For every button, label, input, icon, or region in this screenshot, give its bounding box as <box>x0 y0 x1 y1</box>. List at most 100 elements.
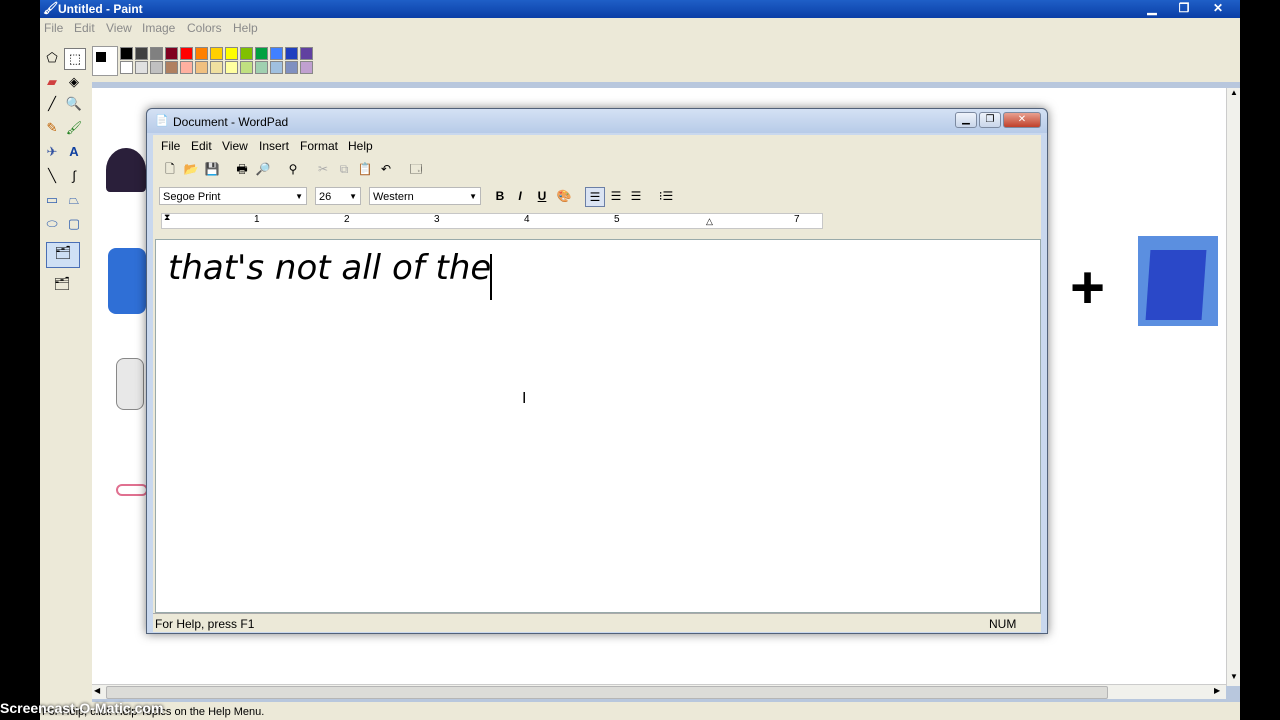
undo-icon[interactable]: ↶ <box>377 160 395 178</box>
palette-swatch[interactable] <box>195 61 208 74</box>
save-icon[interactable]: 💾 <box>203 160 221 178</box>
print-icon[interactable]: 🖶 <box>233 160 251 178</box>
bullets-icon[interactable]: ⁝☰ <box>657 187 675 205</box>
airbrush-icon[interactable]: ✈ <box>42 142 62 162</box>
menu-colors[interactable]: Colors <box>187 21 222 35</box>
eraser-icon[interactable]: ▰ <box>42 72 62 92</box>
pencil-icon[interactable]: ✎ <box>42 118 62 138</box>
paint-title: Untitled - Paint <box>58 2 143 16</box>
vertical-scrollbar[interactable]: ▲ ▼ <box>1226 88 1241 686</box>
horizontal-scroll-thumb[interactable] <box>106 686 1108 699</box>
paint-menu-bar: File Edit View Image Colors Help <box>40 18 1240 38</box>
ruler-right-margin-marker[interactable]: △ <box>706 216 713 227</box>
wp-menu-insert[interactable]: Insert <box>259 139 289 153</box>
wordpad-title-bar[interactable]: 📄 Document - WordPad ▁ ❐ ✕ <box>147 109 1047 133</box>
scroll-down-icon[interactable]: ▼ <box>1230 672 1238 681</box>
close-button[interactable]: ✕ <box>1204 0 1232 16</box>
polygon-icon[interactable]: ⏢ <box>64 190 84 210</box>
palette-swatch[interactable] <box>180 61 193 74</box>
wp-menu-help[interactable]: Help <box>348 139 373 153</box>
paint-title-bar[interactable]: 🖌 Untitled - Paint ▁ ❐ ✕ <box>40 0 1240 18</box>
free-select-icon[interactable]: ⬠ <box>42 48 62 68</box>
wp-menu-view[interactable]: View <box>222 139 248 153</box>
find-icon[interactable]: ⚲ <box>284 160 302 178</box>
palette-swatch[interactable] <box>225 47 238 60</box>
palette-swatch[interactable] <box>150 47 163 60</box>
copy-icon[interactable]: ⧉ <box>335 160 353 178</box>
palette-swatch[interactable] <box>240 61 253 74</box>
font-select[interactable]: Segoe Print ▼ <box>159 187 307 205</box>
menu-edit[interactable]: Edit <box>74 21 95 35</box>
color-icon[interactable]: 🎨 <box>555 187 573 205</box>
rectangle-icon[interactable]: ▭ <box>42 190 62 210</box>
wp-maximize-button[interactable]: ❐ <box>979 112 1001 128</box>
palette-swatch[interactable] <box>120 47 133 60</box>
palette-swatch[interactable] <box>135 61 148 74</box>
curve-icon[interactable]: ∫ <box>64 166 84 186</box>
insert-object-icon[interactable]: 🗔 <box>407 160 425 178</box>
opaque-option-icon[interactable]: 🗂 <box>46 242 80 268</box>
new-icon[interactable]: 🗋 <box>161 160 179 178</box>
font-size-select[interactable]: 26 ▼ <box>315 187 361 205</box>
palette-swatch[interactable] <box>195 47 208 60</box>
align-center-icon[interactable]: ☰ <box>607 187 625 205</box>
menu-image[interactable]: Image <box>142 21 175 35</box>
brush-icon[interactable]: 🖌 <box>64 118 84 138</box>
palette-swatch[interactable] <box>285 61 298 74</box>
horizontal-scrollbar[interactable]: ◀ ▶ <box>92 684 1226 699</box>
menu-file[interactable]: File <box>44 21 63 35</box>
palette-swatch[interactable] <box>270 47 283 60</box>
fill-icon[interactable]: ◈ <box>64 72 84 92</box>
ruler[interactable]: ⧗ 1 2 3 4 5 △ 7 <box>161 212 823 229</box>
print-preview-icon[interactable]: 🔎 <box>254 160 272 178</box>
bold-icon[interactable]: B <box>491 187 509 205</box>
wp-minimize-button[interactable]: ▁ <box>955 112 977 128</box>
palette-swatch[interactable] <box>285 47 298 60</box>
ellipse-icon[interactable]: ⬭ <box>42 214 62 234</box>
wp-menu-file[interactable]: File <box>161 139 180 153</box>
palette-swatch[interactable] <box>240 47 253 60</box>
paste-icon[interactable]: 📋 <box>356 160 374 178</box>
italic-icon[interactable]: I <box>511 187 529 205</box>
palette-swatch[interactable] <box>255 61 268 74</box>
underline-icon[interactable]: U <box>533 187 551 205</box>
text-icon[interactable]: A <box>64 142 84 162</box>
palette-swatch[interactable] <box>135 47 148 60</box>
transparent-option-icon[interactable]: 🗂 <box>46 274 78 298</box>
palette-swatch[interactable] <box>180 47 193 60</box>
menu-help[interactable]: Help <box>233 21 258 35</box>
rect-select-icon[interactable]: ⬚ <box>64 48 86 70</box>
ruler-indent-marker[interactable]: ⧗ <box>164 212 170 223</box>
align-left-icon[interactable]: ☰ <box>585 187 605 207</box>
palette-swatch[interactable] <box>210 61 223 74</box>
menu-view[interactable]: View <box>106 21 132 35</box>
open-icon[interactable]: 📂 <box>182 160 200 178</box>
scroll-left-icon[interactable]: ◀ <box>94 686 100 695</box>
document-area[interactable]: that's not all of the I <box>155 239 1041 613</box>
wp-menu-format[interactable]: Format <box>300 139 338 153</box>
maximize-button[interactable]: ❐ <box>1170 0 1198 16</box>
scroll-right-icon[interactable]: ▶ <box>1214 686 1220 695</box>
minimize-button[interactable]: ▁ <box>1138 0 1166 16</box>
script-select[interactable]: Western ▼ <box>369 187 481 205</box>
eyedropper-icon[interactable]: ╱ <box>42 94 62 114</box>
palette-swatch[interactable] <box>300 47 313 60</box>
palette-swatch[interactable] <box>270 61 283 74</box>
magnifier-icon[interactable]: 🔍 <box>64 94 84 114</box>
align-right-icon[interactable]: ☰ <box>627 187 645 205</box>
palette-swatch[interactable] <box>255 47 268 60</box>
palette-swatch[interactable] <box>150 61 163 74</box>
current-colors[interactable] <box>92 46 118 76</box>
wp-close-button[interactable]: ✕ <box>1003 112 1041 128</box>
palette-swatch[interactable] <box>225 61 238 74</box>
palette-swatch[interactable] <box>210 47 223 60</box>
palette-swatch[interactable] <box>165 47 178 60</box>
rounded-rect-icon[interactable]: ▢ <box>64 214 84 234</box>
scroll-up-icon[interactable]: ▲ <box>1230 88 1238 97</box>
palette-swatch[interactable] <box>165 61 178 74</box>
palette-swatch[interactable] <box>300 61 313 74</box>
line-icon[interactable]: ╲ <box>42 166 62 186</box>
palette-swatch[interactable] <box>120 61 133 74</box>
wp-menu-edit[interactable]: Edit <box>191 139 212 153</box>
cut-icon[interactable]: ✂ <box>314 160 332 178</box>
